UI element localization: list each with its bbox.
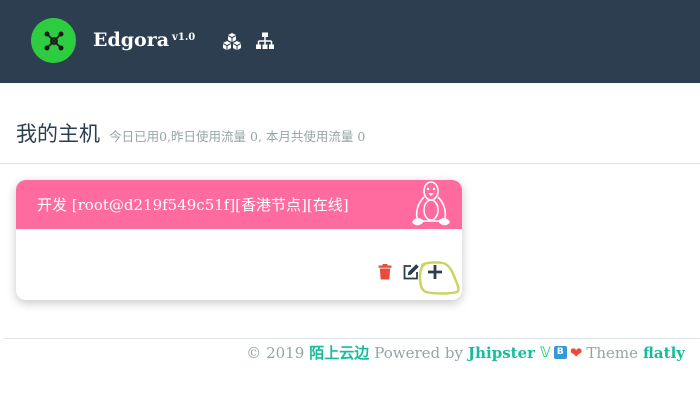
brand-name[interactable]: Edgora v1.0 [93,29,195,51]
theme-text: Theme [586,343,639,362]
network-logo-icon [44,31,63,50]
jhipster-link[interactable]: Jhipster [468,344,535,362]
traffic-summary: 今日已用0,昨日使用流量 0, 本月共使用流量 0 [109,129,366,144]
divider [0,163,700,164]
host-card: 开发 [root@d219f549c51f][香港节点][在线] [16,180,462,300]
vue-icon: 𝕍 [540,344,551,361]
page-heading: 我的主机 今日已用0,昨日使用流量 0, 本月共使用流量 0 [16,118,365,148]
footer-divider [4,338,700,339]
version-label: v1.0 [172,32,196,43]
top-navbar: Edgora v1.0 [0,0,700,83]
host-title[interactable]: 开发 [root@d219f549c51f][香港节点][在线] [37,194,349,215]
footer: © 2019 陌上云边 Powered by Jhipster 𝕍 B ❤ Th… [246,342,685,363]
host-card-header: 开发 [root@d219f549c51f][香港节点][在线] [16,180,462,229]
heart-icon: ❤ [569,343,583,362]
page-title: 我的主机 [16,122,100,146]
bootstrap-icon: B [553,346,567,359]
cubes-icon[interactable] [222,31,242,51]
brand-logo[interactable] [31,18,76,63]
site-link[interactable]: 陌上云边 [309,342,369,363]
powered-by-text: Powered by [374,343,463,362]
copyright-text: © 2019 [246,343,305,362]
sitemap-icon[interactable] [255,31,275,51]
highlight-annotation [418,261,460,295]
delete-icon[interactable] [376,263,394,281]
brand-title[interactable]: Edgora [93,29,169,51]
theme-link[interactable]: flatly [643,344,685,362]
linux-icon [412,181,450,226]
